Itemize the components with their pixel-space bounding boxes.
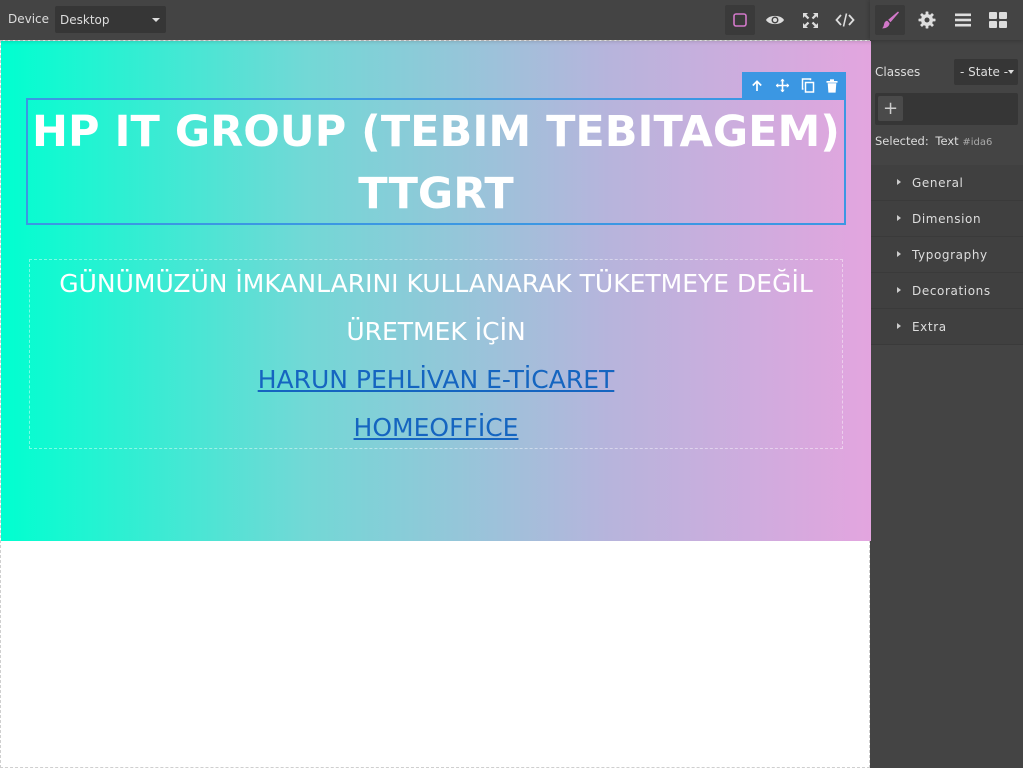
editor-topbar: Device Desktop xyxy=(0,0,870,40)
classes-label: Classes xyxy=(875,65,921,79)
settings-tab[interactable] xyxy=(912,5,942,35)
chevron-down-icon xyxy=(1008,70,1014,74)
hero-title[interactable]: HP IT GROUP (TEBIM TEBITAGEM) TTGRT xyxy=(26,98,846,225)
style-manager-panel: Classes - State - + Selected: Text #ida6… xyxy=(870,40,1023,768)
selected-component-id: #ida6 xyxy=(962,137,993,148)
arrow-up-icon[interactable] xyxy=(750,79,764,93)
layers-icon xyxy=(955,13,971,27)
state-select[interactable]: - State - xyxy=(954,59,1018,85)
move-icon[interactable] xyxy=(775,78,790,93)
fullscreen-button[interactable] xyxy=(795,5,825,35)
sector-label: General xyxy=(912,175,964,190)
component-toolbar xyxy=(742,72,846,99)
caret-right-icon xyxy=(897,251,901,257)
gear-icon xyxy=(918,11,936,29)
chevron-down-icon xyxy=(152,18,160,22)
code-view-button[interactable] xyxy=(830,5,860,35)
sector-dimension[interactable]: Dimension xyxy=(870,201,1023,237)
plus-icon: + xyxy=(882,97,899,119)
device-select[interactable]: Desktop xyxy=(55,6,166,33)
sector-decorations[interactable]: Decorations xyxy=(870,273,1023,309)
add-class-button[interactable]: + xyxy=(878,96,903,121)
eye-icon xyxy=(766,15,784,25)
preview-button[interactable] xyxy=(760,5,790,35)
sector-label: Dimension xyxy=(912,211,982,226)
style-sectors: General Dimension Typography Decorations… xyxy=(870,165,1023,345)
sector-label: Extra xyxy=(912,319,947,334)
paint-brush-icon xyxy=(882,11,899,29)
layer-manager-tab[interactable] xyxy=(948,5,978,35)
trash-icon[interactable] xyxy=(826,78,838,93)
caret-right-icon xyxy=(897,323,901,329)
editor-canvas[interactable]: HP IT GROUP (TEBIM TEBITAGEM) TTGRT GÜNÜ… xyxy=(0,40,871,768)
show-borders-button[interactable] xyxy=(725,5,755,35)
caret-right-icon xyxy=(897,287,901,293)
hero-text-line-2: ÜRETMEK İÇİN xyxy=(346,317,526,346)
style-manager-tab[interactable] xyxy=(875,5,905,35)
hero-section[interactable]: HP IT GROUP (TEBIM TEBITAGEM) TTGRT GÜNÜ… xyxy=(1,41,871,541)
sector-label: Decorations xyxy=(912,283,991,298)
class-tags-container: + xyxy=(875,93,1018,125)
blocks-icon xyxy=(989,12,1007,28)
selected-prefix: Selected: xyxy=(875,134,929,148)
selected-component-name: Text xyxy=(935,134,959,148)
sector-label: Typography xyxy=(912,247,988,262)
panel-tabs xyxy=(870,0,1023,40)
link-homeoffice[interactable]: HOMEOFFİCE xyxy=(30,404,842,452)
device-select-value: Desktop xyxy=(60,13,110,27)
link-harun-pehlivan[interactable]: HARUN PEHLİVAN E-TİCARET xyxy=(30,356,842,404)
caret-right-icon xyxy=(897,179,901,185)
caret-right-icon xyxy=(897,215,901,221)
state-select-value: - State - xyxy=(960,65,1009,79)
device-label: Device xyxy=(8,12,50,26)
hero-text-block[interactable]: GÜNÜMÜZÜN İMKANLARINI KULLANARAK TÜKETME… xyxy=(29,259,843,449)
copy-icon[interactable] xyxy=(801,78,815,93)
block-manager-tab[interactable] xyxy=(983,5,1013,35)
hero-text-line-1: GÜNÜMÜZÜN İMKANLARINI KULLANARAK TÜKETME… xyxy=(59,269,813,298)
square-outline-icon xyxy=(733,13,747,27)
fullscreen-icon xyxy=(802,12,818,28)
sector-general[interactable]: General xyxy=(870,165,1023,201)
selected-component-info: Selected: Text #ida6 xyxy=(875,134,992,148)
sector-typography[interactable]: Typography xyxy=(870,237,1023,273)
code-icon xyxy=(835,13,855,27)
sector-extra[interactable]: Extra xyxy=(870,309,1023,345)
